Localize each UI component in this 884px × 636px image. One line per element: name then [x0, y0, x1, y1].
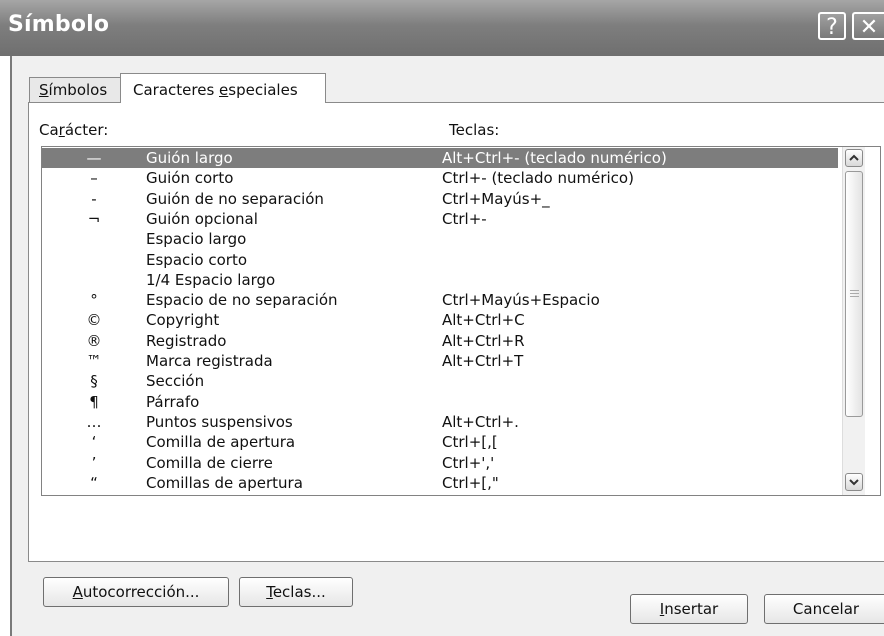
character-glyph: ¶	[89, 392, 99, 411]
list-item[interactable]: ® Registrado Alt+Ctrl+R	[42, 331, 838, 351]
character-shortcut: Ctrl+','	[442, 453, 495, 472]
character-shortcut: Ctrl+- (teclado numérico)	[442, 169, 634, 188]
character-name: Sección	[146, 372, 205, 391]
character-name: Espacio corto	[146, 250, 248, 269]
character-column-label: Carácter:	[39, 121, 108, 139]
character-shortcut: Ctrl+Mayús+_	[442, 189, 550, 208]
character-glyph: ¬	[87, 209, 101, 228]
character-name: Espacio de no separación	[146, 291, 338, 310]
scroll-grip-icon	[850, 290, 859, 291]
tab-especiales-access-key: e	[219, 81, 229, 99]
character-shortcut: Alt+Ctrl+R	[442, 331, 525, 350]
list-item[interactable]: — Guión largo Alt+Ctrl+- (teclado numérico…	[42, 148, 838, 168]
character-name: Espacio largo	[146, 230, 247, 249]
teclas-button[interactable]: Teclas...	[239, 577, 353, 607]
vertical-scrollbar[interactable]	[842, 147, 865, 495]
character-name: Guión corto	[146, 169, 234, 188]
dialog-body: Símbolos Caracteres especiales Carácter:…	[10, 56, 884, 636]
list-item[interactable]: ‘ Comilla de apertura Ctrl+[,[	[42, 432, 838, 452]
help-button[interactable]: ?	[818, 12, 846, 40]
autocorreccion-access-key: A	[72, 583, 83, 601]
character-shortcut: Alt+Ctrl+C	[442, 311, 525, 330]
teclas-access-key: T	[266, 583, 273, 601]
character-glyph: —	[86, 149, 102, 167]
character-shortcut: Alt+Ctrl+T	[442, 352, 524, 370]
character-name: Comilla de apertura	[146, 433, 296, 452]
character-glyph: §	[90, 372, 98, 391]
character-glyph: ‘	[91, 433, 97, 452]
character-name: Marca registrada	[146, 352, 273, 370]
tab-especiales-label-pre: Caracteres	[133, 81, 220, 99]
character-name: Guión opcional	[146, 209, 258, 228]
keys-column-label: Teclas:	[449, 121, 500, 139]
character-glyph: ™	[86, 352, 102, 370]
chevron-up-icon[interactable]	[845, 149, 863, 167]
character-name: Guión largo	[146, 149, 233, 167]
tab-caracteres-especiales[interactable]: Caracteres especiales	[120, 73, 326, 103]
special-characters-list[interactable]: — Guión largo Alt+Ctrl+- (teclado numérico…	[41, 146, 881, 496]
character-glyph: ®	[86, 331, 102, 350]
tab-simbolos-access-key: S	[39, 81, 49, 99]
tab-simbolos-label: ímbolos	[48, 81, 108, 99]
character-label-rest: ácter:	[64, 121, 109, 139]
character-glyph: “	[90, 473, 98, 492]
character-name: Comillas de apertura	[146, 473, 303, 492]
cancelar-button[interactable]: Cancelar	[764, 594, 884, 624]
character-glyph: ’	[91, 453, 97, 472]
autocorreccion-label: utocorrección...	[82, 583, 200, 601]
list-item[interactable]: ’ Comilla de cierre Ctrl+','	[42, 453, 838, 473]
list-item[interactable]: Espacio corto	[42, 250, 838, 270]
character-shortcut: Ctrl+[,"	[442, 473, 499, 492]
character-shortcut: Alt+Ctrl+.	[442, 412, 519, 431]
character-shortcut: Ctrl+[,[	[442, 433, 498, 452]
character-name: Comilla de cierre	[146, 453, 273, 472]
list-item[interactable]: © Copyright Alt+Ctrl+C	[42, 310, 838, 330]
character-shortcut: Ctrl+-	[442, 209, 487, 228]
character-name: 1/4 Espacio largo	[146, 270, 276, 289]
list-item[interactable]: – Guión corto Ctrl+- (teclado numérico)	[42, 168, 838, 188]
character-shortcut: Ctrl+Mayús+Espacio	[442, 291, 600, 310]
character-name: Párrafo	[146, 392, 200, 411]
list-item[interactable]: ¬ Guión opcional Ctrl+-	[42, 209, 838, 229]
character-label-pre: Ca	[39, 121, 59, 139]
close-button[interactable]: ✕	[852, 12, 884, 40]
character-shortcut: Alt+Ctrl+- (teclado numérico)	[442, 149, 667, 167]
title-bar: Símbolo ? ✕	[0, 0, 884, 56]
dialog-title: Símbolo	[8, 12, 110, 37]
list-item[interactable]: Espacio largo	[42, 229, 838, 249]
list-item[interactable]: ° Espacio de no separación Ctrl+Mayús+Espa…	[42, 290, 838, 310]
autocorreccion-button[interactable]: Autocorrección...	[43, 577, 229, 607]
list-item[interactable]: ¶ Párrafo	[42, 392, 838, 412]
teclas-label: eclas...	[272, 583, 326, 601]
list-item[interactable]: “ Comillas de apertura Ctrl+[,"	[42, 473, 838, 493]
character-glyph: ©	[86, 311, 102, 330]
list-item[interactable]: 1/4 Espacio largo	[42, 270, 838, 290]
scroll-grip-icon	[850, 296, 859, 297]
list-item[interactable]: ™ Marca registrada Alt+Ctrl+T	[42, 351, 838, 371]
insertar-button[interactable]: Insertar	[630, 594, 748, 624]
chevron-down-icon[interactable]	[845, 473, 863, 491]
character-name: Registrado	[146, 331, 227, 350]
symbol-dialog: Símbolo ? ✕ Símbolos Caracteres especial…	[0, 0, 884, 636]
character-name: Guión de no separación	[146, 189, 324, 208]
character-glyph: -	[91, 189, 97, 208]
list-item[interactable]: - Guión de no separación Ctrl+Mayús+_	[42, 189, 838, 209]
list-item[interactable]: § Sección	[42, 371, 838, 391]
character-name: Puntos suspensivos	[146, 412, 293, 431]
list-item[interactable]: … Puntos suspensivos Alt+Ctrl+.	[42, 412, 838, 432]
character-name: Copyright	[146, 311, 220, 330]
scroll-thumb[interactable]	[845, 171, 863, 417]
tab-panel: Carácter: Teclas: — Guión largo Alt+Ctrl+-…	[28, 102, 884, 607]
character-glyph: °	[90, 291, 98, 310]
character-glyph: –	[90, 169, 98, 188]
tab-especiales-label-rest: speciales	[228, 81, 298, 99]
scroll-grip-icon	[850, 293, 859, 294]
character-glyph: …	[86, 412, 102, 431]
tab-simbolos[interactable]: Símbolos	[29, 77, 121, 102]
insertar-label: nsertar	[664, 600, 719, 618]
